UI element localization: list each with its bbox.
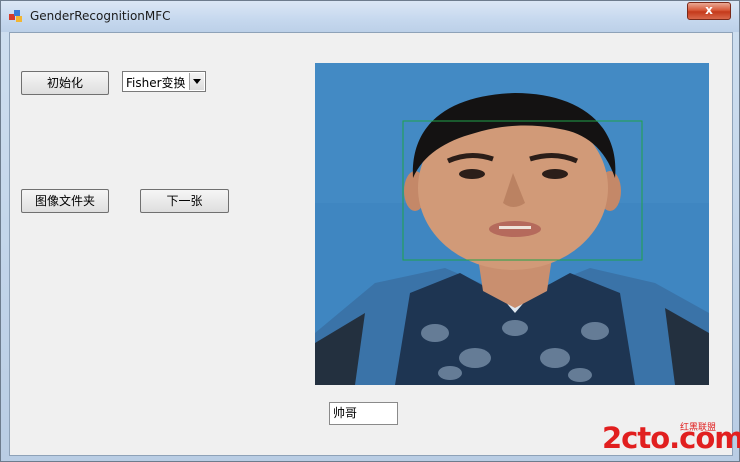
chevron-down-icon[interactable] bbox=[189, 73, 204, 90]
main-window: GenderRecognitionMFC x 初始化 Fisher变换 图像文件… bbox=[0, 0, 740, 462]
gender-result-field[interactable]: 帅哥 bbox=[329, 402, 398, 425]
window-title: GenderRecognitionMFC bbox=[30, 9, 171, 23]
watermark-logo-text: 2cto.com bbox=[602, 421, 740, 455]
close-button[interactable]: x bbox=[687, 2, 731, 20]
face-photo bbox=[315, 63, 709, 385]
next-image-button[interactable]: 下一张 bbox=[140, 189, 229, 213]
method-select[interactable]: Fisher变换 bbox=[122, 71, 206, 92]
init-button[interactable]: 初始化 bbox=[21, 71, 109, 95]
title-bar[interactable]: GenderRecognitionMFC x bbox=[1, 1, 739, 32]
site-watermark: 2cto.com 红黑联盟 bbox=[602, 417, 740, 457]
method-select-value: Fisher变换 bbox=[126, 76, 186, 90]
app-icon bbox=[9, 10, 22, 22]
close-icon: x bbox=[705, 3, 713, 17]
image-folder-button[interactable]: 图像文件夹 bbox=[21, 189, 109, 213]
watermark-subtitle: 红黑联盟 bbox=[680, 423, 717, 433]
client-area: 初始化 Fisher变换 图像文件夹 下一张 帅哥 2cto.com 红黑联盟 bbox=[9, 32, 740, 457]
